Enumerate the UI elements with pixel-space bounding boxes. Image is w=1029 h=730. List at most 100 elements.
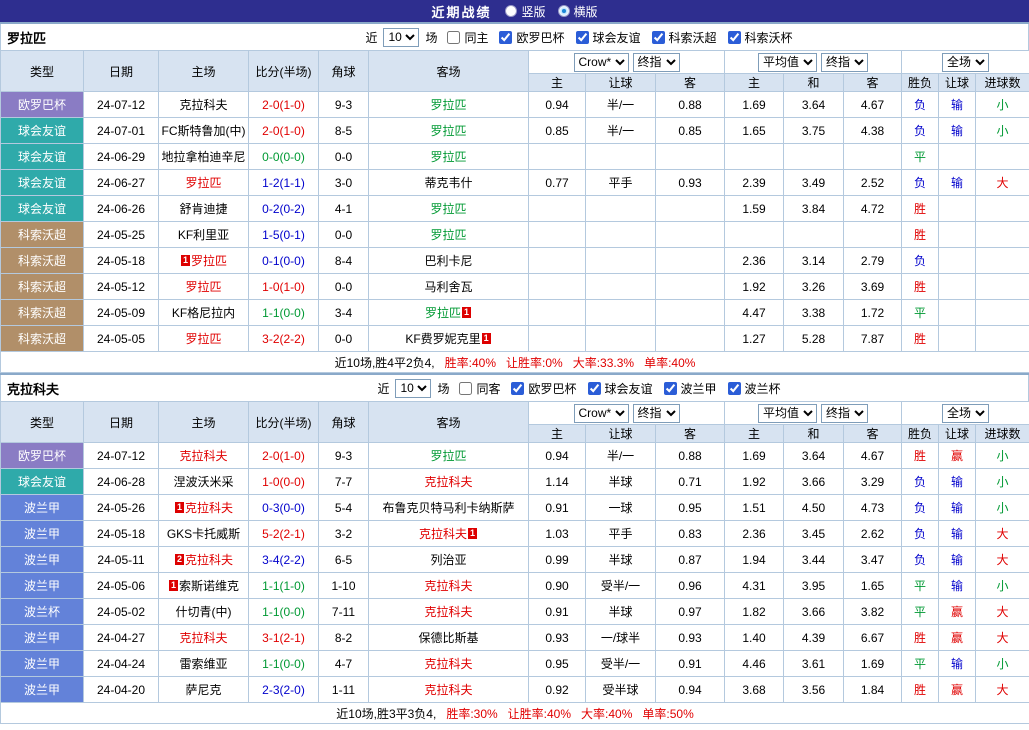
corners: 8-2 <box>319 625 369 651</box>
league-badge: 波兰甲 <box>1 521 84 547</box>
odds-handicap <box>586 144 656 170</box>
result-cell: 平 <box>902 144 939 170</box>
league-badge: 科索沃超 <box>1 274 84 300</box>
avg-time-select[interactable]: 终指 <box>821 53 868 72</box>
avg-away: 6.67 <box>844 625 902 651</box>
summary-segment: 胜率:30% <box>446 707 497 721</box>
league-checkbox-0[interactable] <box>511 382 524 395</box>
odds-handicap: 半/一 <box>586 92 656 118</box>
recent-count-select[interactable]: 10 <box>395 379 431 398</box>
scope-select[interactable]: 全场 <box>942 404 989 423</box>
result-cell: 平 <box>902 573 939 599</box>
corners: 6-5 <box>319 547 369 573</box>
near-label: 近 <box>365 29 377 46</box>
goals-result-cell: 大 <box>976 599 1029 625</box>
league-badge: 波兰甲 <box>1 651 84 677</box>
match-date: 24-06-27 <box>84 170 159 196</box>
goals-result-cell <box>976 222 1029 248</box>
odds-company-select[interactable]: Crow* <box>574 404 629 423</box>
away-team: 克拉科夫 <box>369 651 529 677</box>
home-team: 舒肯迪捷 <box>159 196 249 222</box>
odds-time-select[interactable]: 终指 <box>633 53 680 72</box>
avg-home: 1.82 <box>725 599 784 625</box>
handicap-result-cell: 输 <box>939 573 976 599</box>
team-name: 克拉科夫 <box>1 379 131 398</box>
odds-time-select[interactable]: 终指 <box>633 404 680 423</box>
odds-selects-cell: Crow*终指 <box>529 51 725 74</box>
home-team: 萨尼克 <box>159 677 249 703</box>
avg-draw: 3.26 <box>784 274 844 300</box>
avg-home: 2.36 <box>725 521 784 547</box>
handicap-result-cell: 输 <box>939 469 976 495</box>
league-checkbox-1[interactable] <box>576 31 589 44</box>
odds-home: 0.91 <box>529 495 586 521</box>
handicap-result-cell <box>939 196 976 222</box>
odds-away: 0.88 <box>656 92 725 118</box>
odds-away: 0.96 <box>656 573 725 599</box>
match-date: 24-05-18 <box>84 248 159 274</box>
match-date: 24-06-28 <box>84 469 159 495</box>
handicap-result-cell: 输 <box>939 495 976 521</box>
avg-time-select[interactable]: 终指 <box>821 404 868 423</box>
league-checkbox-3[interactable] <box>728 382 741 395</box>
avg-draw: 3.14 <box>784 248 844 274</box>
same-venue-checkbox[interactable] <box>447 31 460 44</box>
league-checkbox-label: 球会友谊 <box>605 380 653 397</box>
odds-away: 0.85 <box>656 118 725 144</box>
odds-away: 0.93 <box>656 170 725 196</box>
score: 1-2(1-1) <box>249 170 319 196</box>
league-checkbox-1[interactable] <box>588 382 601 395</box>
avg-away: 4.72 <box>844 196 902 222</box>
avg-draw: 5.28 <box>784 326 844 352</box>
scope-select[interactable]: 全场 <box>942 53 989 72</box>
match-date: 24-04-20 <box>84 677 159 703</box>
home-team: 1索斯诺维克 <box>159 573 249 599</box>
column-header: 类型 <box>1 402 84 443</box>
avg-away: 1.65 <box>844 573 902 599</box>
odds-handicap: 半球 <box>586 469 656 495</box>
league-checkbox-0[interactable] <box>499 31 512 44</box>
odds-home <box>529 222 586 248</box>
avg-away: 4.67 <box>844 443 902 469</box>
summary-segment: 让胜率:40% <box>508 707 571 721</box>
odds-home: 0.95 <box>529 651 586 677</box>
layout-radio-1[interactable]: 横版 <box>558 3 598 20</box>
recent-count-select[interactable]: 10 <box>383 28 419 47</box>
odds-company-select[interactable]: Crow* <box>574 53 629 72</box>
league-checkbox-2[interactable] <box>652 31 665 44</box>
odds-away: 0.91 <box>656 651 725 677</box>
odds-home: 1.14 <box>529 469 586 495</box>
corners: 0-0 <box>319 274 369 300</box>
corners: 5-4 <box>319 495 369 521</box>
red-card-badge: 2 <box>175 554 184 565</box>
avg-away: 7.87 <box>844 326 902 352</box>
handicap-result-cell: 赢 <box>939 599 976 625</box>
match-row: 波兰甲24-05-061索斯诺维克1-1(1-0)1-10克拉科夫0.90受半/… <box>1 573 1029 599</box>
layout-radio-0[interactable]: 竖版 <box>505 3 545 20</box>
results-table: 类型日期主场比分(半场)角球客场Crow*终指平均值终指全场主让球客主和客胜负让… <box>0 50 1029 373</box>
result-cell: 胜 <box>902 326 939 352</box>
handicap-result-cell <box>939 248 976 274</box>
corners: 4-1 <box>319 196 369 222</box>
avg-type-select[interactable]: 平均值 <box>758 53 817 72</box>
column-subheader: 主 <box>529 425 586 443</box>
league-checkbox-label: 球会友谊 <box>593 29 641 46</box>
corners: 1-10 <box>319 573 369 599</box>
odds-away <box>656 274 725 300</box>
league-checkbox-2[interactable] <box>664 382 677 395</box>
result-cell: 胜 <box>902 274 939 300</box>
goals-result-cell: 小 <box>976 469 1029 495</box>
league-checkbox-3[interactable] <box>728 31 741 44</box>
goals-result-cell: 大 <box>976 170 1029 196</box>
red-card-badge: 1 <box>169 580 178 591</box>
away-team: 罗拉匹 <box>369 118 529 144</box>
avg-draw: 3.56 <box>784 677 844 703</box>
avg-type-select[interactable]: 平均值 <box>758 404 817 423</box>
same-venue-checkbox[interactable] <box>459 382 472 395</box>
odds-away: 0.88 <box>656 443 725 469</box>
odds-home <box>529 144 586 170</box>
topbar: 近期战绩 竖版横版 <box>0 0 1029 22</box>
odds-home: 0.91 <box>529 599 586 625</box>
score: 2-0(1-0) <box>249 443 319 469</box>
corners: 3-0 <box>319 170 369 196</box>
